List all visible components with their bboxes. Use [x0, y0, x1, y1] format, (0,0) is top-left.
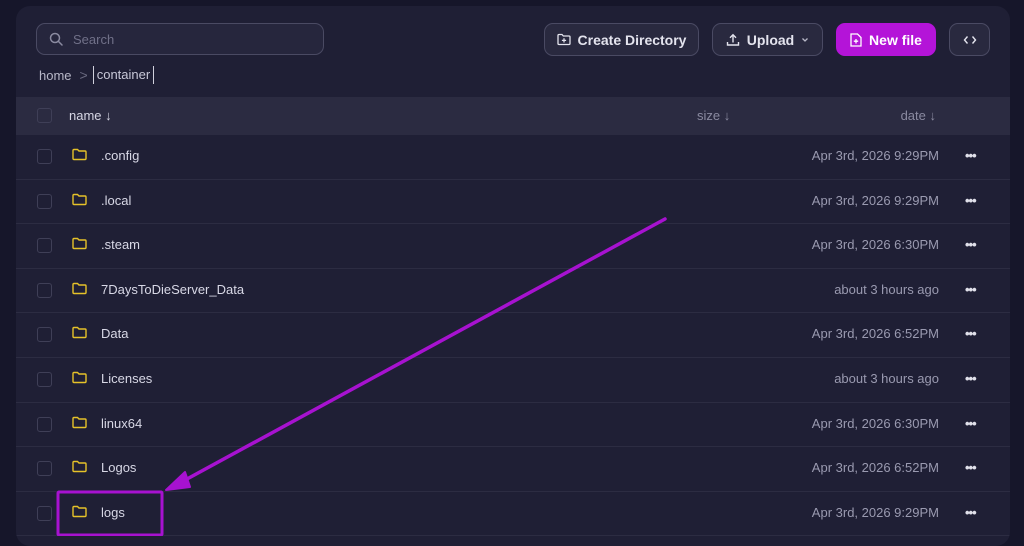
column-size-header[interactable]: size ↓: [697, 108, 730, 123]
more-options-icon[interactable]: •••: [965, 371, 977, 386]
folder-icon: [72, 282, 87, 294]
more-options-icon[interactable]: •••: [965, 505, 977, 520]
new-file-label: New file: [869, 31, 922, 48]
upload-label: Upload: [746, 31, 795, 48]
code-view-button[interactable]: [949, 23, 990, 56]
file-date: Apr 3rd, 2026 6:52PM: [811, 460, 939, 476]
select-all-checkbox[interactable]: [37, 108, 52, 123]
more-options-icon[interactable]: •••: [965, 193, 977, 208]
file-name[interactable]: 7DaysToDieServer_Data: [101, 282, 244, 297]
file-name[interactable]: Data: [101, 326, 128, 341]
file-date: Apr 3rd, 2026 9:29PM: [811, 504, 939, 520]
row-checkbox[interactable]: [37, 416, 52, 432]
file-date: Apr 3rd, 2026 6:52PM: [811, 326, 939, 342]
file-row[interactable]: Logos Apr 3rd, 2026 6:52PM •••: [16, 447, 1010, 492]
file-manager-panel: Create Directory Upload New file home > …: [16, 6, 1010, 546]
more-options-icon[interactable]: •••: [965, 416, 977, 431]
search-icon: [49, 32, 63, 46]
folder-icon: [72, 148, 87, 161]
create-directory-label: Create Directory: [577, 31, 687, 48]
row-checkbox[interactable]: [37, 282, 52, 298]
breadcrumb-current[interactable]: container: [92, 66, 155, 84]
file-date: Apr 3rd, 2026 9:29PM: [811, 148, 939, 163]
file-row[interactable]: Data Apr 3rd, 2026 6:52PM •••: [16, 313, 1010, 358]
file-name[interactable]: Logos: [101, 460, 136, 475]
upload-icon: [726, 33, 739, 46]
more-options-icon[interactable]: •••: [965, 148, 977, 163]
more-options-icon[interactable]: •••: [965, 237, 977, 252]
search-box[interactable]: [36, 23, 324, 55]
file-row[interactable]: logs Apr 3rd, 2026 9:29PM •••: [16, 492, 1010, 537]
folder-plus-icon: [556, 33, 571, 46]
create-directory-button[interactable]: Create Directory: [544, 23, 699, 56]
row-checkbox[interactable]: [37, 193, 52, 209]
file-date: Apr 3rd, 2026 6:30PM: [811, 237, 939, 253]
code-icon: [963, 35, 976, 44]
breadcrumb: home > container: [39, 64, 155, 86]
file-list: .config Apr 3rd, 2026 9:29PM ••• .local …: [16, 135, 1010, 537]
breadcrumb-home[interactable]: home: [39, 68, 72, 83]
folder-icon: [72, 416, 87, 428]
more-options-icon[interactable]: •••: [965, 326, 977, 341]
file-name[interactable]: linux64: [101, 416, 142, 431]
table-header: name ↓ size ↓ date ↓: [16, 97, 1010, 135]
file-row[interactable]: linux64 Apr 3rd, 2026 6:30PM •••: [16, 403, 1010, 448]
file-row[interactable]: .steam Apr 3rd, 2026 6:30PM •••: [16, 224, 1010, 269]
file-date: about 3 hours ago: [834, 281, 939, 297]
folder-icon: [72, 327, 87, 339]
file-row[interactable]: 7DaysToDieServer_Data about 3 hours ago …: [16, 269, 1010, 314]
file-row[interactable]: .config Apr 3rd, 2026 9:29PM •••: [16, 135, 1010, 180]
row-checkbox[interactable]: [37, 238, 52, 254]
file-name[interactable]: .steam: [101, 237, 140, 252]
folder-icon: [72, 371, 87, 384]
folder-icon: [72, 505, 87, 517]
upload-button[interactable]: Upload: [712, 23, 823, 56]
row-checkbox[interactable]: [37, 371, 52, 387]
file-name[interactable]: Licenses: [101, 371, 152, 386]
more-options-icon[interactable]: •••: [965, 460, 977, 475]
folder-icon: [72, 237, 87, 250]
row-checkbox[interactable]: [37, 505, 52, 521]
row-checkbox[interactable]: [37, 149, 52, 164]
file-date: Apr 3rd, 2026 9:29PM: [811, 192, 939, 208]
folder-icon: [72, 460, 87, 473]
file-name[interactable]: .config: [101, 148, 139, 163]
row-checkbox[interactable]: [37, 461, 52, 477]
row-checkbox[interactable]: [37, 327, 52, 343]
column-date-header[interactable]: date ↓: [901, 108, 936, 123]
search-input[interactable]: [71, 30, 305, 48]
file-plus-icon: [850, 32, 862, 47]
file-row[interactable]: .local Apr 3rd, 2026 9:29PM •••: [16, 180, 1010, 225]
column-name-header[interactable]: name ↓: [69, 108, 112, 123]
chevron-right-icon: >: [79, 67, 88, 83]
file-date: about 3 hours ago: [834, 370, 939, 386]
file-name[interactable]: .local: [101, 193, 131, 208]
file-name[interactable]: logs: [101, 505, 125, 520]
file-date: Apr 3rd, 2026 6:30PM: [811, 415, 939, 431]
more-options-icon[interactable]: •••: [965, 282, 977, 297]
new-file-button[interactable]: New file: [836, 23, 936, 56]
chevron-down-icon: [802, 37, 809, 42]
file-row[interactable]: Licenses about 3 hours ago •••: [16, 358, 1010, 403]
folder-icon: [72, 193, 87, 205]
